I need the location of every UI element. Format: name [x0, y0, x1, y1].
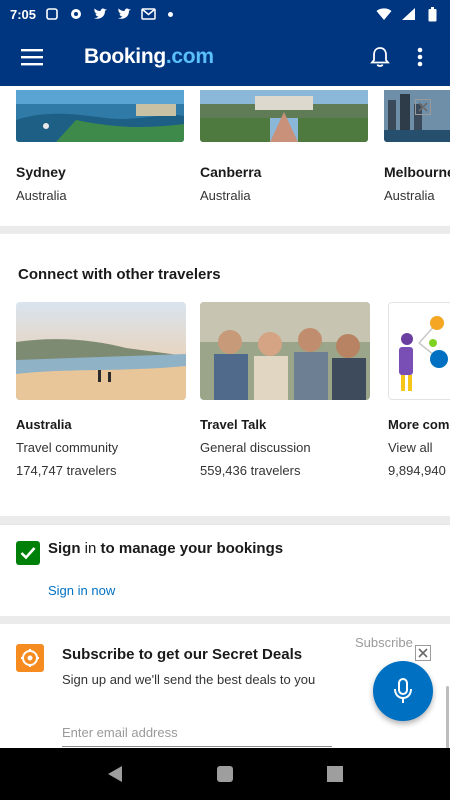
recents-button[interactable] [319, 758, 351, 790]
community-name: Australia [16, 417, 72, 432]
bell-icon [370, 47, 390, 67]
more-vert-icon [417, 47, 423, 67]
community-count: 559,436 travelers [200, 463, 301, 478]
community-card-travel-talk[interactable]: Travel Talk General discussion 559,436 t… [200, 302, 370, 478]
status-time: 7:05 [10, 6, 37, 22]
signin-title: Sign in to manage your bookings [48, 540, 283, 557]
email-field[interactable] [62, 723, 332, 747]
section-divider [0, 226, 450, 234]
community-section-title: Connect with other travelers [18, 266, 221, 283]
close-icon [415, 99, 431, 115]
section-divider [0, 516, 450, 524]
subscribe-button[interactable]: Subscribe [355, 635, 413, 650]
destination-country: Australia [16, 188, 67, 203]
community-name: Travel Talk [200, 417, 267, 432]
booking-logo[interactable]: Booking.com [84, 45, 214, 69]
recents-icon [327, 766, 343, 782]
destination-image-sydney [16, 90, 184, 142]
subscribe-close-button[interactable] [414, 644, 432, 662]
notifications-button[interactable] [362, 39, 398, 75]
destinations-carousel[interactable]: Sydney Australia Canberra Australia Melb… [0, 86, 450, 226]
signal-icon [400, 6, 416, 22]
community-count: 9,894,940 [388, 463, 446, 478]
scrollbar[interactable] [446, 686, 449, 748]
microphone-icon [394, 678, 412, 703]
community-image-beach [16, 302, 186, 400]
destination-country: Australia [200, 188, 251, 203]
subscribe-title: Subscribe to get our Secret Deals [62, 646, 303, 663]
back-icon [108, 766, 122, 782]
back-button[interactable] [99, 758, 131, 790]
home-icon [217, 766, 233, 782]
signin-title-word: in [84, 540, 97, 557]
gmail-icon [140, 6, 156, 22]
twitter-icon [92, 6, 108, 22]
logo-suffix: .com [165, 45, 214, 68]
close-icon [415, 645, 431, 661]
destination-country: Australia [384, 188, 435, 203]
more-options-button[interactable] [404, 39, 436, 75]
signin-title-word: your [179, 540, 213, 557]
subscribe-description: Sign up and we'll send the best deals to… [62, 672, 316, 687]
signin-panel: Sign in to manage your bookings Sign in … [0, 99, 450, 616]
home-button[interactable] [209, 758, 241, 790]
menu-button[interactable] [14, 39, 50, 75]
community-count: 174,747 travelers [16, 463, 117, 478]
signin-title-word: Sign [48, 540, 81, 557]
community-card-more[interactable]: More communities View all 9,894,940 [388, 302, 450, 478]
status-notification-icons [44, 6, 174, 22]
promo-badge-icon [16, 644, 44, 672]
settings-icon [68, 6, 84, 22]
destination-name: Sydney [16, 164, 66, 180]
notification-icon [44, 6, 60, 22]
more-notifications-dot [168, 11, 174, 17]
checkmark-icon [16, 541, 40, 565]
destination-card-canberra[interactable]: Canberra Australia [200, 90, 368, 203]
app-bar: Booking.com [0, 28, 450, 86]
signin-title-word: bookings [216, 540, 284, 557]
destination-card-sydney[interactable]: Sydney Australia [16, 90, 184, 203]
community-image-friends [200, 302, 370, 400]
destination-name: Melbourne [384, 164, 450, 180]
signin-now-link[interactable]: Sign in now [48, 583, 115, 598]
logo-main: Booking [84, 45, 166, 68]
community-name: More communities [388, 417, 450, 432]
community-subtitle: General discussion [200, 440, 311, 455]
destination-name: Canberra [200, 164, 262, 180]
destination-image-canberra [200, 90, 368, 142]
system-nav-bar [0, 748, 450, 800]
community-card-australia[interactable]: Australia Travel community 174,747 trave… [16, 302, 186, 478]
voice-search-button[interactable] [373, 661, 433, 721]
signin-close-button[interactable] [414, 98, 432, 116]
battery-icon [424, 6, 440, 22]
community-subtitle: Travel community [16, 440, 119, 455]
community-image-network [388, 302, 450, 400]
twitter-icon [116, 6, 132, 22]
status-system-icons [376, 6, 440, 22]
signin-title-word: manage [118, 540, 176, 557]
signin-title-word: to [100, 540, 115, 557]
wifi-icon [376, 6, 392, 22]
community-subtitle: View all [388, 440, 433, 455]
menu-icon [21, 49, 43, 66]
section-divider [0, 616, 450, 624]
status-bar: 7:05 [0, 0, 450, 28]
